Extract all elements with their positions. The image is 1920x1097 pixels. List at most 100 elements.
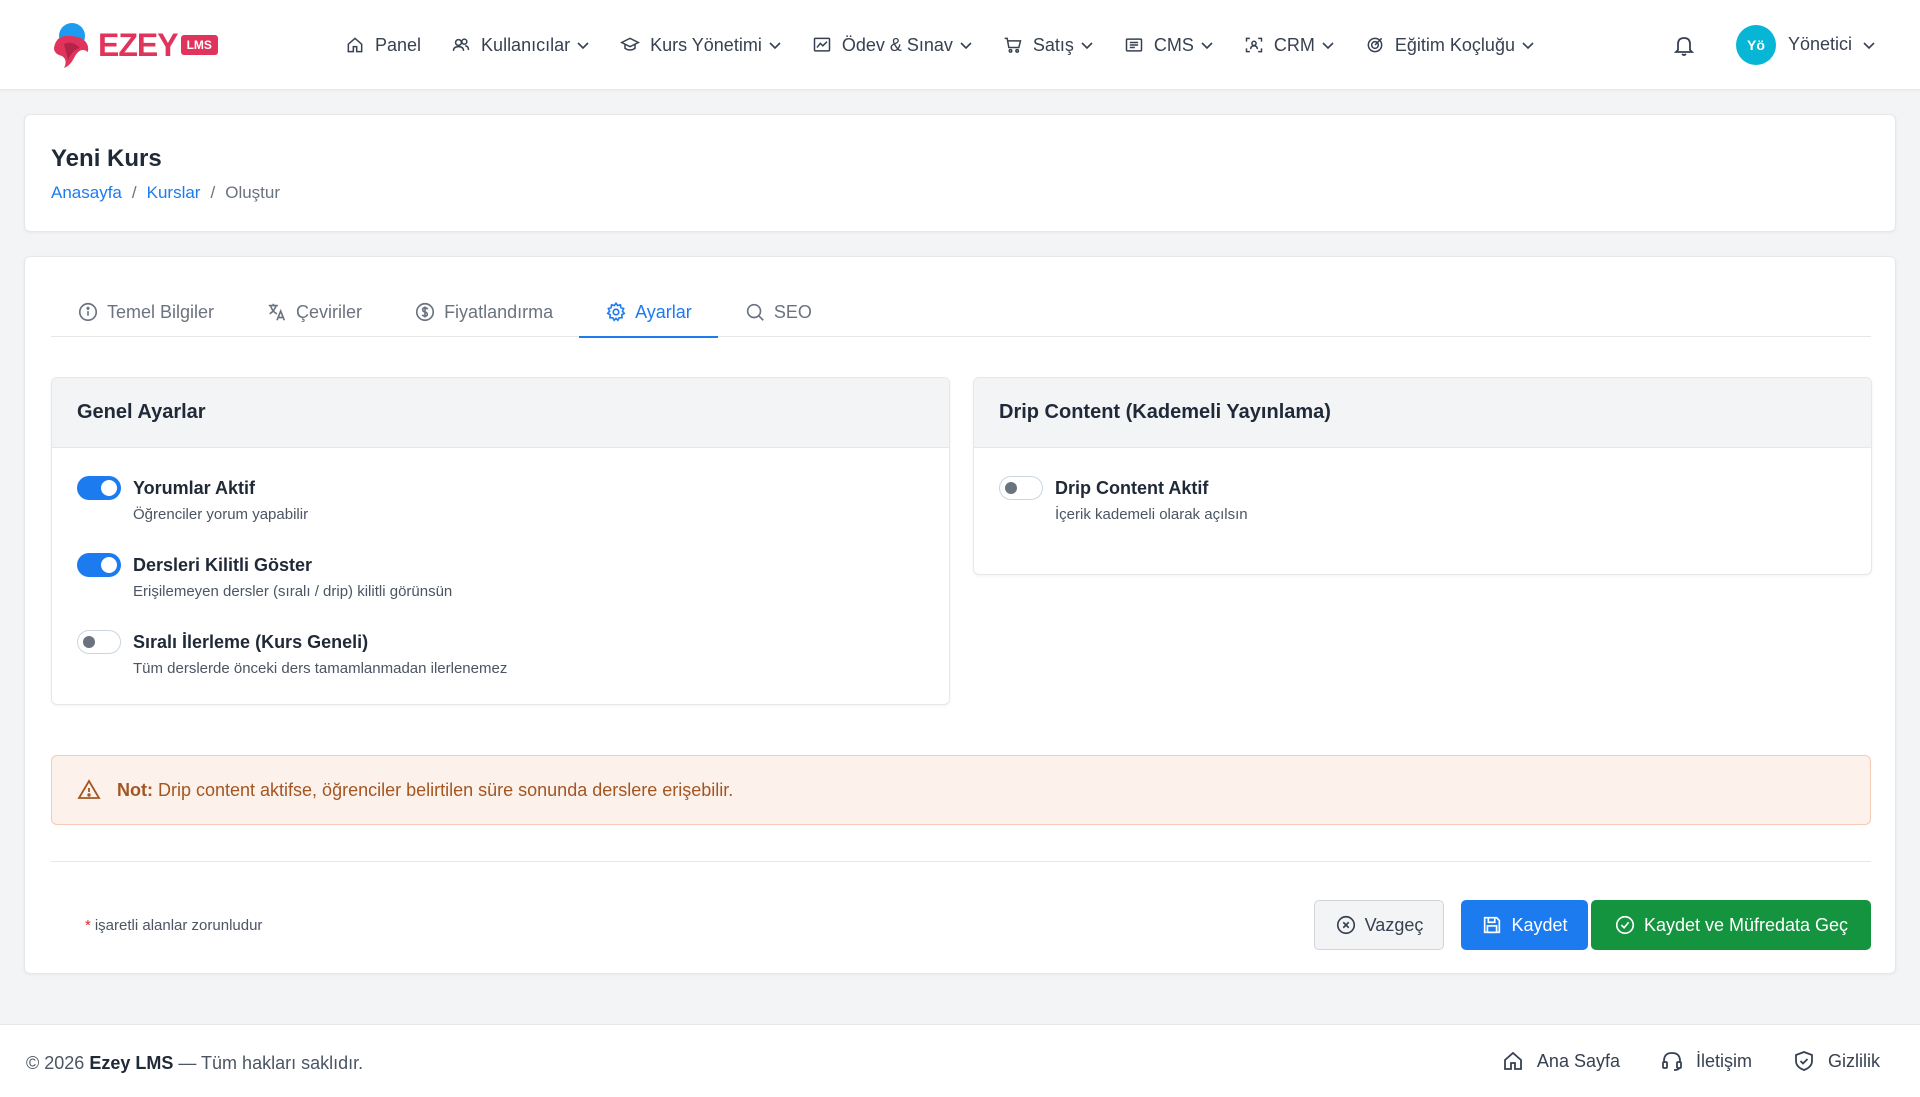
button-label: Kaydet (1511, 914, 1568, 935)
nav-item-users[interactable]: Kullanıcılar (451, 35, 590, 56)
show-locked-toggle[interactable] (77, 553, 121, 577)
button-label: Kaydet ve Müfredata Geç (1643, 914, 1849, 935)
close-circle-icon (1336, 915, 1355, 935)
required-star: * (85, 917, 91, 934)
gear-icon (606, 301, 626, 322)
required-note-text: işaretli alanlar zorunludur (94, 917, 263, 934)
shield-check-icon (1795, 1051, 1813, 1071)
nav-item-sales[interactable]: Satış (1003, 35, 1094, 56)
alert-text: Drip content aktifse, öğrenciler belirti… (157, 779, 734, 800)
tab-label: Fiyatlandırma (444, 301, 554, 322)
newspaper-icon (1125, 38, 1143, 52)
chevron-down-icon (1201, 42, 1213, 50)
tab-label: Temel Bilgiler (107, 301, 215, 322)
nav-item-cms[interactable]: CMS (1124, 35, 1214, 56)
setting-title: Dersleri Kilitli Göster (133, 555, 313, 575)
graduation-cap-icon (620, 37, 641, 51)
chevron-down-icon (1522, 42, 1534, 50)
chevron-down-icon (1322, 42, 1334, 50)
users-icon (452, 38, 470, 51)
save-and-curriculum-button[interactable]: Kaydet ve Müfredata Geç (1591, 900, 1871, 950)
chevron-down-icon (577, 42, 589, 50)
dollar-icon (415, 302, 435, 322)
setting-title: Yorumlar Aktif (133, 478, 256, 498)
comments-toggle[interactable] (77, 476, 121, 500)
top-navbar: EZEY LMS Panel Kullanıcılar Kurs Yönetim… (0, 0, 1920, 90)
tab-basic-info[interactable]: Temel Bilgiler (51, 287, 240, 337)
setting-description: Erişilemeyen dersler (sıralı / drip) kil… (133, 583, 453, 600)
tab-pricing[interactable]: Fiyatlandırma (388, 287, 579, 337)
tab-label: SEO (773, 301, 812, 322)
setting-title: Drip Content Aktif (1055, 478, 1209, 498)
copyright: © 2026 Ezey LMS — Tüm hakları saklıdır. (26, 1053, 363, 1074)
button-label: Vazgeç (1364, 914, 1424, 935)
nav-item-coaching[interactable]: Eğitim Koçluğu (1365, 35, 1535, 56)
save-button[interactable]: Kaydet (1461, 900, 1588, 950)
nav-item-label: CMS (1153, 34, 1194, 55)
breadcrumb-courses-link[interactable]: Kurslar (147, 183, 201, 203)
copyright-year: © 2026 (26, 1053, 85, 1073)
footer-link-contact[interactable]: İletişim (1660, 1049, 1752, 1073)
tab-settings[interactable]: Ayarlar (579, 287, 718, 338)
nav-item-label: Satış (1032, 34, 1074, 55)
general-settings-panel: Genel Ayarlar Yorumlar Aktif Öğrenciler … (51, 377, 950, 705)
footer-link-label: Gizlilik (1828, 1050, 1880, 1071)
nav-item-course-management[interactable]: Kurs Yönetimi (620, 35, 782, 56)
alert-label: Not: (117, 779, 153, 800)
brand-logo[interactable]: EZEY LMS (50, 20, 218, 70)
info-icon (78, 302, 98, 322)
page-header-card: Yeni Kurs Anasayfa / Kurslar / Oluştur (24, 114, 1896, 232)
breadcrumb-separator: / (210, 183, 216, 202)
chevron-down-icon[interactable] (1862, 38, 1876, 52)
nav-item-crm[interactable]: CRM (1244, 35, 1335, 56)
nav-item-label: CRM (1273, 34, 1315, 55)
user-scan-icon (1245, 37, 1263, 53)
page-title: Yeni Kurs (51, 145, 162, 172)
cart-icon (1004, 37, 1022, 53)
tab-seo[interactable]: SEO (718, 287, 838, 337)
nav-item-label: Ödev & Sınav (841, 34, 953, 55)
nav-item-label: Panel (375, 34, 422, 55)
footer-link-home[interactable]: Ana Sayfa (1501, 1049, 1620, 1073)
user-name[interactable]: Yönetici (1788, 34, 1852, 55)
nav-item-panel[interactable]: Panel (345, 35, 421, 56)
drip-content-toggle[interactable] (999, 476, 1043, 500)
chevron-down-icon (960, 42, 972, 50)
nav-item-label: Kullanıcılar (481, 34, 571, 55)
setting-description: Tüm derslerde önceki ders tamamlanmadan … (133, 660, 508, 677)
divider (51, 861, 1871, 862)
breadcrumb-current: Oluştur (225, 183, 281, 202)
chart-board-icon (813, 37, 831, 52)
avatar[interactable]: Yö (1736, 25, 1776, 65)
home-icon (347, 37, 363, 53)
drip-content-panel: Drip Content (Kademeli Yayınlama) Drip C… (973, 377, 1872, 575)
target-icon (1367, 37, 1383, 53)
sequential-toggle[interactable] (77, 630, 121, 654)
tab-translations[interactable]: Çeviriler (240, 287, 388, 337)
notification-bell-icon[interactable] (1672, 33, 1696, 57)
footer-link-privacy[interactable]: Gizlilik (1792, 1049, 1880, 1073)
required-note: * işaretli alanlar zorunludur (85, 917, 262, 934)
chevron-down-icon (769, 42, 781, 50)
course-form-card: Temel Bilgiler Çeviriler Fiyatlandırma A… (24, 256, 1896, 974)
floppy-disk-icon (1484, 916, 1501, 934)
search-icon (746, 303, 764, 321)
nav-item-homework-exam[interactable]: Ödev & Sınav (812, 35, 973, 56)
tab-label: Ayarlar (635, 301, 692, 322)
footer-link-label: Ana Sayfa (1536, 1050, 1620, 1071)
setting-description: Öğrenciler yorum yapabilir (133, 506, 309, 523)
breadcrumb-home-link[interactable]: Anasayfa (51, 183, 122, 203)
footer-link-label: İletişim (1695, 1050, 1752, 1071)
panel-title: Genel Ayarlar (52, 378, 949, 448)
translate-icon (268, 303, 286, 321)
page-footer: © 2026 Ezey LMS — Tüm hakları saklıdır. … (0, 1024, 1920, 1097)
cancel-button[interactable]: Vazgeç (1314, 900, 1444, 950)
breadcrumb-separator: / (131, 183, 137, 202)
nav-item-label: Kurs Yönetimi (650, 34, 762, 55)
main-menu: Panel Kullanıcılar Kurs Yönetimi Ödev & … (345, 0, 1565, 90)
logo-mark-icon (50, 20, 102, 70)
copyright-rights: — Tüm hakları saklıdır. (178, 1053, 364, 1073)
setting-description: İçerik kademeli olarak açılsın (1055, 506, 1248, 523)
warning-icon (77, 779, 101, 799)
setting-title: Sıralı İlerleme (Kurs Geneli) (133, 632, 369, 652)
